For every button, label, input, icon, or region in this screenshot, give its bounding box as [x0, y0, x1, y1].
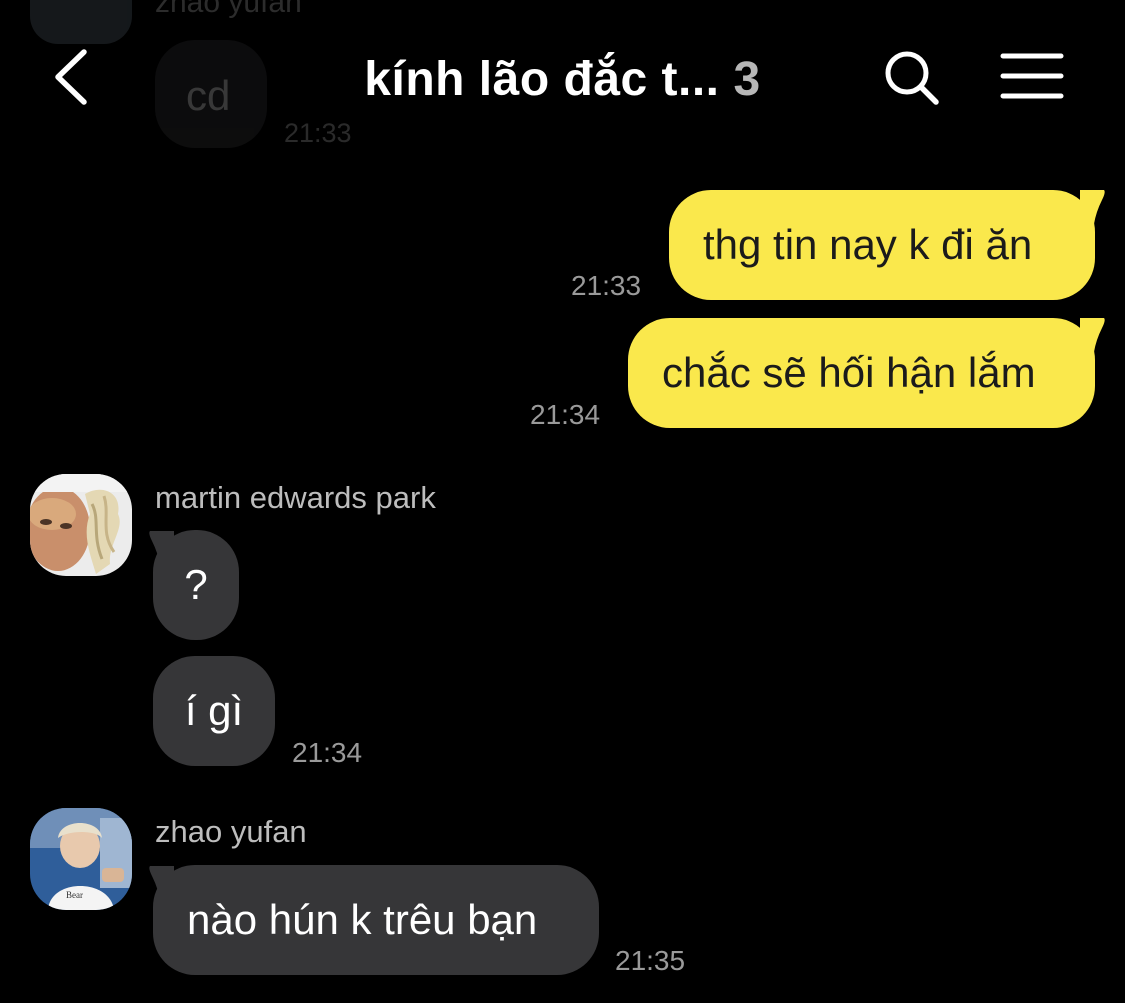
search-button[interactable] — [882, 48, 942, 108]
sender-name: zhao yufan — [155, 814, 307, 849]
sender-name: zhao yufan — [155, 0, 302, 19]
message-time: 21:35 — [615, 945, 686, 976]
outgoing-message-bubble[interactable]: thg tin nay k đi ăn — [669, 190, 1095, 300]
chat-title-text: kính lão đắc t... — [364, 53, 720, 106]
chat-title[interactable]: kính lão đắc t... 3 — [0, 50, 1125, 110]
message-text: nào hún k trêu bạn — [187, 896, 538, 943]
message-text: í gì — [184, 687, 244, 734]
incoming-message-bubble[interactable]: nào hún k trêu bạn — [153, 865, 599, 975]
message-time: 21:34 — [292, 737, 363, 768]
message-time: 21:33 — [571, 270, 642, 301]
avatar[interactable] — [30, 474, 132, 576]
sender-name: martin edwards park — [155, 480, 436, 515]
member-count: 3 — [733, 53, 761, 106]
hamburger-menu-icon — [1000, 53, 1064, 99]
avatar-image — [30, 474, 132, 576]
outgoing-message-bubble[interactable]: chắc sẽ hối hận lắm — [628, 318, 1095, 428]
avatar-image: Bear — [30, 808, 132, 910]
menu-button[interactable] — [1000, 52, 1064, 100]
svg-text:Bear: Bear — [66, 890, 83, 900]
bubble-tail — [1080, 318, 1105, 352]
avatar[interactable]: Bear — [30, 808, 132, 910]
message-text: chắc sẽ hối hận lắm — [662, 349, 1036, 396]
search-icon — [885, 51, 939, 105]
bubble-tail — [149, 531, 174, 565]
message-time: 21:34 — [530, 399, 601, 430]
bubble-tail — [149, 866, 174, 900]
bubble-tail — [1080, 190, 1105, 224]
message-text: thg tin nay k đi ăn — [703, 221, 1033, 268]
avatar[interactable] — [30, 0, 132, 44]
incoming-message-bubble[interactable]: í gì — [153, 656, 275, 766]
message-time: 21:33 — [284, 118, 352, 148]
message-text: ? — [184, 561, 208, 608]
